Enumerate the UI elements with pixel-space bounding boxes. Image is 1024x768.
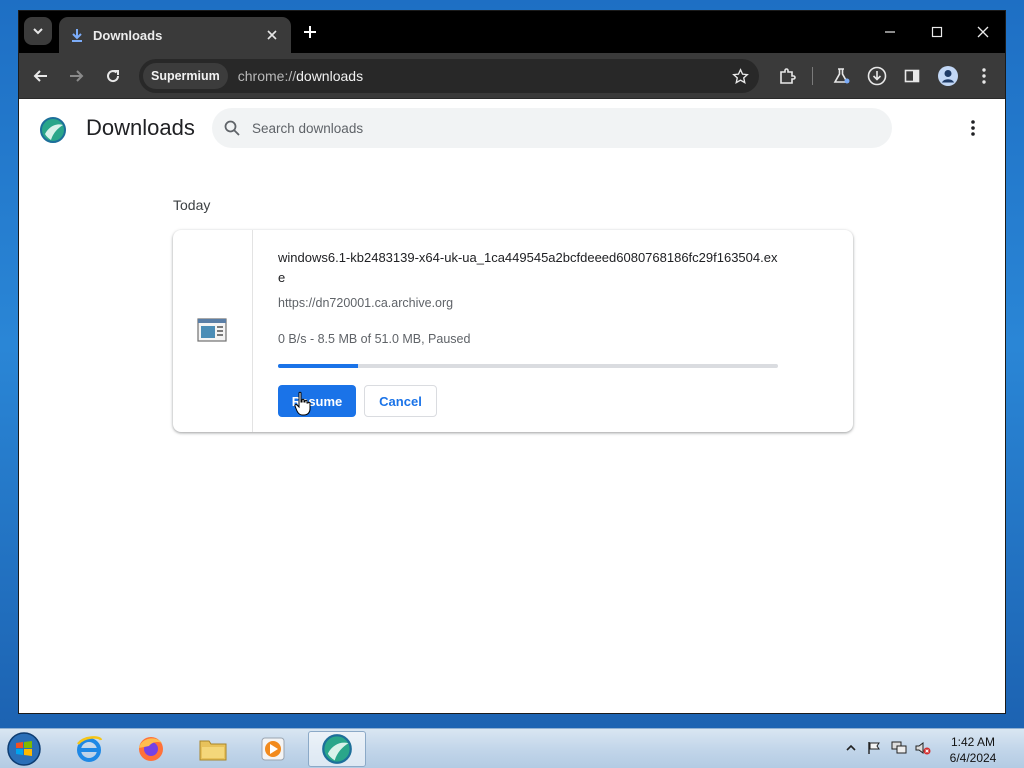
tab-search-button[interactable] xyxy=(24,17,52,45)
taskbar-clock[interactable]: 1:42 AM 6/4/2024 xyxy=(936,734,1010,766)
browser-toolbar: Supermium chrome://downloads xyxy=(19,53,1005,99)
maximize-icon xyxy=(931,26,943,38)
tab-downloads[interactable]: Downloads xyxy=(59,17,291,53)
plus-icon xyxy=(304,26,316,38)
reload-icon xyxy=(107,70,120,83)
media-player-icon xyxy=(261,737,285,761)
reload-button[interactable] xyxy=(99,62,127,90)
chevron-up-icon xyxy=(846,744,856,751)
more-vertical-icon xyxy=(971,120,975,136)
url-text[interactable]: chrome://downloads xyxy=(238,68,363,84)
volume-muted-icon xyxy=(915,742,931,755)
chevron-down-icon xyxy=(33,28,43,35)
download-source-url[interactable]: https://dn720001.ca.archive.org xyxy=(278,296,453,310)
profile-button[interactable] xyxy=(934,62,962,90)
file-icon-column xyxy=(173,230,253,432)
download-item: windows6.1-kb2483139-x64-uk-ua_1ca449545… xyxy=(173,230,853,432)
supermium-logo-icon xyxy=(39,116,67,144)
new-tab-button[interactable] xyxy=(299,21,321,43)
address-bar[interactable]: Supermium chrome://downloads xyxy=(139,59,759,93)
download-icon xyxy=(69,27,85,43)
browser-window: Downloads Supermium chrome://downloads D… xyxy=(18,10,1006,714)
start-button[interactable] xyxy=(4,730,44,768)
taskbar-firefox[interactable] xyxy=(124,731,178,767)
arrow-right-icon xyxy=(70,70,84,82)
exe-file-icon xyxy=(197,317,227,343)
network-tray[interactable] xyxy=(891,740,907,756)
url-path: downloads xyxy=(296,68,364,84)
minimize-icon xyxy=(885,31,895,33)
page-title: Downloads xyxy=(86,115,195,140)
clock-date: 6/4/2024 xyxy=(949,751,997,765)
extensions-button[interactable] xyxy=(773,62,801,90)
side-panel-button[interactable] xyxy=(898,62,926,90)
labs-button[interactable] xyxy=(827,62,855,90)
downloads-button[interactable] xyxy=(863,62,891,90)
taskbar-media-player[interactable] xyxy=(246,731,300,767)
taskbar-file-explorer[interactable] xyxy=(186,731,240,767)
download-status: 0 B/s - 8.5 MB of 51.0 MB, Paused xyxy=(278,332,471,346)
flag-icon xyxy=(868,742,880,754)
minimize-button[interactable] xyxy=(875,19,905,45)
close-window-button[interactable] xyxy=(968,19,998,45)
action-center-tray[interactable] xyxy=(866,740,882,756)
taskbar: 1:42 AM 6/4/2024 xyxy=(0,728,1024,768)
hand-cursor-icon xyxy=(294,391,312,417)
close-icon[interactable] xyxy=(263,26,281,44)
network-icon xyxy=(891,741,907,754)
close-icon xyxy=(977,26,989,38)
download-progress-fill xyxy=(278,364,358,368)
download-circle-icon xyxy=(867,66,887,86)
toolbar-divider xyxy=(812,67,813,85)
forward-button[interactable] xyxy=(62,62,90,90)
date-group-label: Today xyxy=(173,197,211,213)
internet-explorer-icon xyxy=(77,736,103,762)
side-panel-icon xyxy=(904,69,920,83)
taskbar-supermium[interactable] xyxy=(308,731,366,767)
avatar-icon xyxy=(938,66,958,86)
puzzle-icon xyxy=(780,68,796,84)
cancel-button[interactable]: Cancel xyxy=(364,385,437,417)
supermium-icon xyxy=(322,734,352,764)
search-icon xyxy=(224,120,240,136)
show-hidden-icons-button[interactable] xyxy=(843,740,859,756)
search-bar[interactable] xyxy=(212,108,892,148)
file-explorer-icon xyxy=(199,740,227,761)
windows-orb-icon xyxy=(7,732,41,766)
search-input[interactable] xyxy=(252,120,852,136)
firefox-icon xyxy=(139,737,163,761)
volume-tray[interactable] xyxy=(915,740,931,756)
flask-icon xyxy=(833,68,850,84)
bookmark-star-icon[interactable] xyxy=(727,63,753,89)
site-chip[interactable]: Supermium xyxy=(143,63,228,89)
taskbar-internet-explorer[interactable] xyxy=(62,731,116,767)
download-file-name[interactable]: windows6.1-kb2483139-x64-uk-ua_1ca449545… xyxy=(278,248,778,288)
download-progress-bar xyxy=(278,364,778,368)
clock-time: 1:42 AM xyxy=(950,735,996,749)
arrow-left-icon xyxy=(33,70,47,82)
downloads-page: Downloads Today windows6.1-kb2483139-x64… xyxy=(19,100,1005,713)
back-button[interactable] xyxy=(27,62,55,90)
browser-menu-button[interactable] xyxy=(970,62,998,90)
title-bar: Downloads xyxy=(19,11,1005,53)
maximize-button[interactable] xyxy=(922,19,952,45)
resume-button[interactable]: Resume xyxy=(278,385,356,417)
tab-title: Downloads xyxy=(93,27,163,43)
more-vertical-icon xyxy=(982,68,986,84)
url-scheme: chrome:// xyxy=(237,68,297,84)
page-menu-button[interactable] xyxy=(961,114,985,142)
